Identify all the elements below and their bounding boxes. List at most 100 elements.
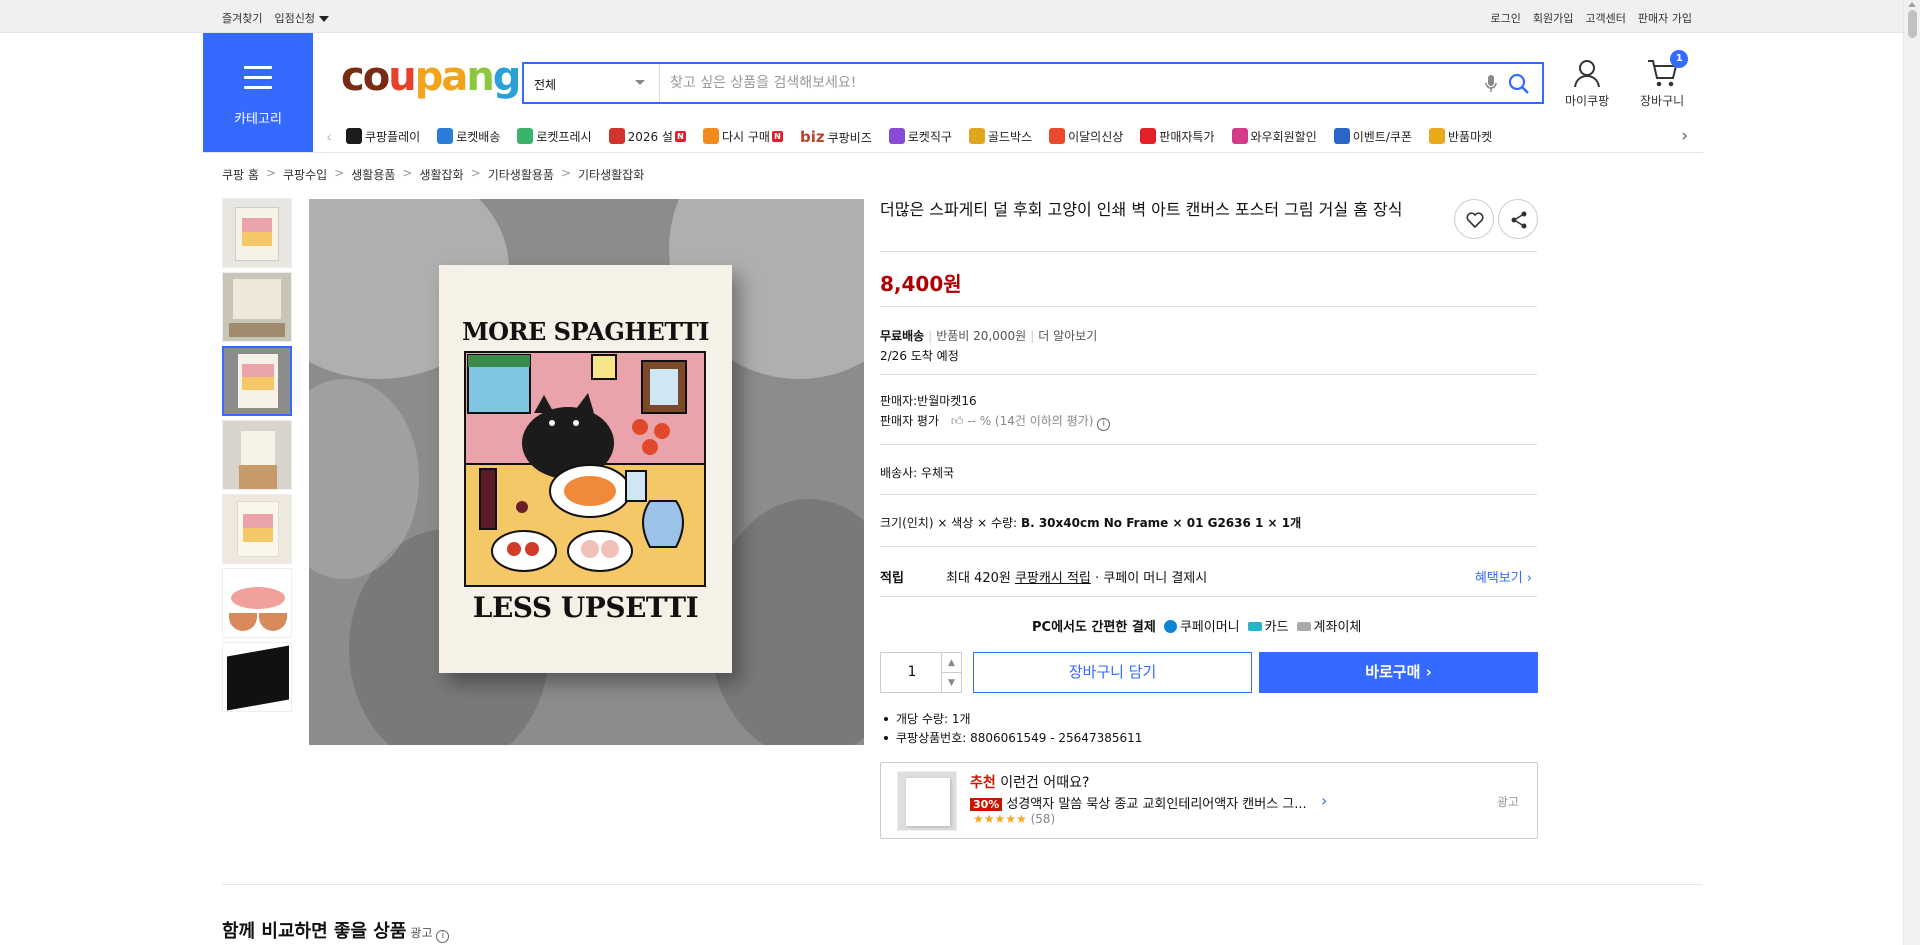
product-price: 8,400원 — [880, 272, 962, 296]
nav-item-10[interactable]: 판매자특가 — [1140, 128, 1215, 146]
nav-item-label: 반품마켓 — [1448, 130, 1493, 144]
option-value: B. 30x40cm No Frame × 01 G2636 1 × 1개 — [1020, 516, 1302, 530]
microphone-icon[interactable] — [1484, 74, 1498, 94]
section-title: 함께 비교하면 좋을 상품 광고 i — [222, 917, 450, 943]
page-scrollbar[interactable] — [1903, 0, 1920, 945]
category-menu-button[interactable]: 카테고리 — [203, 33, 313, 153]
recommendation-product: 30% 성경액자 말씀 묵상 종교 교회인테리어액자 캔버스 그... — [970, 793, 1307, 812]
thumbnail-5[interactable] — [222, 494, 292, 564]
customer-center-link[interactable]: 고객센터 — [1585, 10, 1625, 26]
search-category-select[interactable]: 전체 — [524, 64, 660, 102]
nav-item-6[interactable]: biz 쿠팡비즈 — [800, 128, 872, 146]
my-coupang-label: 마이쿠팡 — [1565, 94, 1610, 108]
nav-next-icon[interactable]: › — [1681, 126, 1688, 146]
nav-item-7[interactable]: 로켓직구 — [888, 128, 952, 146]
card-option: 카드 — [1247, 616, 1289, 635]
thumbnail-3-selected[interactable] — [222, 346, 292, 416]
breadcrumb-item[interactable]: 쿠팡수입 — [283, 166, 327, 183]
breadcrumb: 쿠팡 홈 > 쿠팡수입 > 생활용품 > 생활잡화 > 기타생활용품 > 기타생활잡화 — [222, 166, 644, 183]
nav-prev-icon[interactable]: ‹ — [326, 128, 332, 146]
scroll-up-icon[interactable] — [1908, 2, 1916, 7]
nav-item-8[interactable]: 골드박스 — [968, 128, 1032, 146]
coupang-cash-link[interactable]: 쿠팡캐시 적립 — [1015, 571, 1091, 586]
seller-apply-menu[interactable]: 입점신청 — [274, 10, 329, 26]
arrival-date: 2/26 도착 예정 — [880, 349, 959, 363]
thumbnail-6[interactable] — [222, 568, 292, 638]
nav-item-label: 2026 설 — [627, 130, 673, 144]
breadcrumb-separator-icon: > — [334, 166, 345, 180]
scroll-thumb[interactable] — [1908, 10, 1917, 38]
seller-name[interactable]: 판매자:반월마켓16 — [880, 392, 977, 409]
breadcrumb-item[interactable]: 생활용품 — [351, 166, 395, 183]
divider — [880, 546, 1537, 547]
thumbnail-7[interactable] — [222, 642, 292, 712]
coupang-play-icon — [346, 128, 362, 144]
search-input[interactable] — [670, 73, 1470, 93]
thumbnail-2[interactable] — [222, 272, 292, 342]
my-coupang-button[interactable]: 마이쿠팡 — [1565, 58, 1609, 109]
product-main-image[interactable]: MORE SPAGHETTI LESS UPSETTI — [309, 199, 864, 745]
selected-option[interactable]: 크기(인치) × 색상 × 수량: B. 30x40cm No Frame × … — [880, 514, 1301, 531]
nav-item-5[interactable]: 다시 구매 N — [702, 128, 783, 146]
breadcrumb-item[interactable]: 기타생활잡화 — [578, 166, 644, 183]
buy-now-button[interactable]: 바로구매 › — [1259, 652, 1538, 693]
wishlist-button[interactable] — [1454, 199, 1494, 239]
quantity-stepper[interactable]: 1 ▲ ▼ — [880, 652, 962, 693]
seller-rating-value: -- % (14건 이하의 평가) — [967, 414, 1094, 428]
recommendation-image — [897, 771, 957, 831]
nav-item-3[interactable]: 로켓프레시 — [517, 128, 592, 146]
signup-link[interactable]: 회원가입 — [1533, 10, 1573, 26]
increase-quantity-icon[interactable]: ▲ — [941, 653, 961, 673]
quantity-value[interactable]: 1 — [881, 664, 943, 680]
nav-item-13[interactable]: 반품마켓 — [1429, 128, 1492, 146]
search-icon[interactable] — [1508, 73, 1530, 95]
breadcrumb-item[interactable]: 쿠팡 홈 — [222, 166, 259, 183]
login-link[interactable]: 로그인 — [1491, 10, 1521, 26]
thumbnail-1[interactable] — [222, 198, 292, 268]
nav-item-label: 쿠팡플레이 — [365, 130, 421, 144]
nav-item-9[interactable]: 이달의신상 — [1049, 128, 1123, 146]
benefits-link[interactable]: 혜택보기 › — [1475, 567, 1532, 586]
easy-payment-info: PC에서도 간편한 결제 쿠페이머니 카드 계좌이체 — [1032, 616, 1361, 635]
header-divider — [203, 152, 1703, 153]
coupon-icon — [1333, 128, 1350, 144]
breadcrumb-separator-icon: > — [265, 166, 276, 180]
coupay-money-option: 쿠페이머니 — [1163, 616, 1240, 635]
poster-bottom-text: LESS UPSETTI — [472, 591, 699, 624]
cart-label: 장바구니 — [1640, 94, 1685, 108]
coupang-logo[interactable]: coupang — [341, 54, 521, 100]
nav-item-11[interactable]: 와우회원할인 — [1231, 128, 1317, 146]
recommendation-card[interactable]: 추천 이런건 어때요? 30% 성경액자 말씀 묵상 종교 교회인테리어액자 캔버… — [880, 762, 1538, 839]
shipping-more-link[interactable]: 더 알아보기 — [1038, 329, 1097, 343]
info-icon[interactable]: i — [436, 930, 450, 943]
nav-item-label: 쿠팡비즈 — [827, 131, 872, 145]
seller-apply-label: 입점신청 — [274, 12, 315, 25]
nav-item-12[interactable]: 이벤트/쿠폰 — [1333, 128, 1412, 146]
thumbnail-4[interactable] — [222, 420, 292, 490]
nav-item-label: 이달의신상 — [1068, 130, 1124, 144]
breadcrumb-item[interactable]: 기타생활용품 — [488, 166, 554, 183]
favorites-link[interactable]: 즐겨찾기 — [222, 10, 262, 26]
hamburger-icon — [244, 66, 272, 96]
cat-illustration — [464, 351, 706, 587]
dropdown-arrow-icon — [635, 80, 645, 85]
share-button[interactable] — [1498, 199, 1538, 239]
breadcrumb-item[interactable]: 생활잡화 — [419, 166, 463, 183]
add-to-cart-button[interactable]: 장바구니 담기 — [973, 652, 1252, 693]
new-badge: N — [771, 131, 783, 142]
nav-item-1[interactable]: 쿠팡플레이 — [346, 128, 420, 146]
cart-count-badge: 1 — [1670, 50, 1689, 68]
product-details-list: 개당 수량: 1개 쿠팡상품번호: 8806061549 - 256473856… — [880, 710, 1142, 748]
cart-button[interactable]: 장바구니 1 — [1640, 50, 1689, 109]
thumbs-up-icon: 👍︎ — [950, 414, 964, 428]
free-shipping-label: 무료배송 — [880, 329, 925, 343]
chevron-right-icon[interactable]: › — [1321, 791, 1327, 810]
decrease-quantity-icon[interactable]: ▼ — [941, 673, 961, 693]
ad-label: 광고 — [1496, 795, 1519, 809]
info-icon[interactable]: i — [1097, 418, 1111, 431]
nav-item-2[interactable]: 로켓배송 — [437, 128, 500, 146]
nav-item-label: 로켓직구 — [907, 130, 952, 144]
breadcrumb-separator-icon: > — [470, 166, 481, 180]
nav-item-4[interactable]: 2026 설N — [608, 128, 686, 146]
seller-signup-link[interactable]: 판매자 가입 — [1638, 10, 1692, 26]
